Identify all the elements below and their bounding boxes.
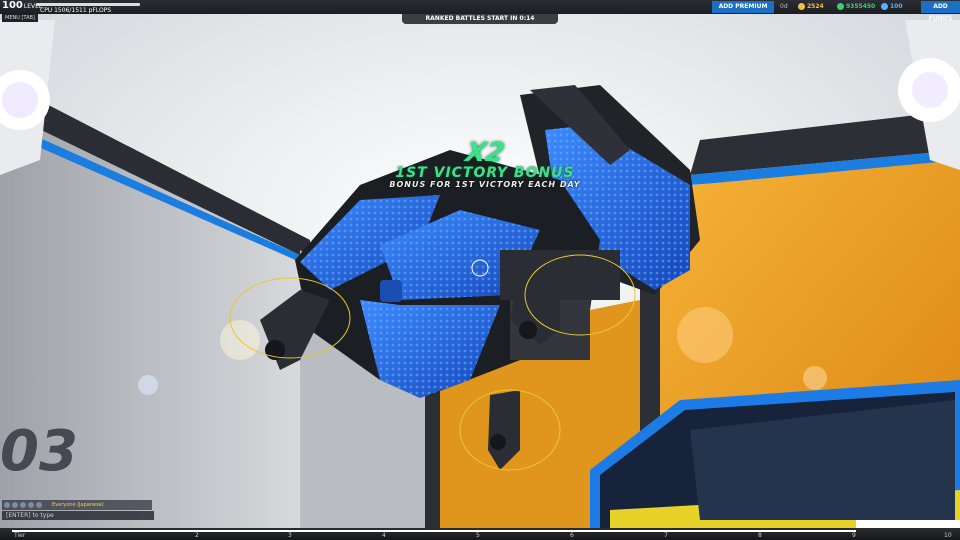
garage-scene: 03	[0, 0, 960, 540]
tier-tick: 7	[664, 532, 668, 539]
robits-icon	[798, 3, 805, 10]
chat-tab-icon[interactable]	[20, 502, 26, 508]
chat-tab-icon[interactable]	[36, 502, 42, 508]
tier-tick: 6	[570, 532, 574, 539]
cpu-readout: CPU 1506/1511 pFLOPS	[40, 7, 112, 14]
tier-tick: 8	[758, 532, 762, 539]
tier-tick: 5	[476, 532, 480, 539]
tier-tick: 2	[195, 532, 199, 539]
cosmetic-balance: 9355450	[837, 3, 875, 10]
tier-progress-line	[12, 530, 856, 532]
top-hud-bar: 100LEVEL CPU 1506/1511 pFLOPS ADD PREMIU…	[0, 0, 960, 22]
crate-icon	[881, 3, 888, 10]
tier-tick: 4	[382, 532, 386, 539]
tier-tick: 3	[288, 532, 292, 539]
chat-tab-icon[interactable]	[4, 502, 10, 508]
chat-input[interactable]: [ENTER] to type	[2, 511, 154, 520]
tier-tick: 10	[944, 532, 952, 539]
premium-days: 0d	[780, 3, 788, 10]
cosmetic-credits-icon	[837, 3, 844, 10]
robits-balance: 2524	[798, 3, 824, 10]
tier-label: Tier	[14, 532, 26, 539]
tier-tick: 9	[852, 532, 856, 539]
bay-number: 03	[0, 419, 78, 484]
menu-button[interactable]: MENU [TAB]	[2, 14, 38, 22]
chat-tab-icon[interactable]	[12, 502, 18, 508]
bonus-title: 1ST VICTORY BONUS	[395, 165, 575, 181]
ranked-countdown: RANKED BATTLES START IN 0:14	[402, 14, 558, 24]
tier-progress-bar: Tier 2 3 4 5 6 7 8 9 10	[0, 528, 960, 540]
add-funds-button[interactable]: ADD FUNDS	[921, 1, 960, 22]
chat-channel-name: Everyone (Japanese)	[52, 502, 104, 508]
crates-balance: 100	[881, 3, 903, 10]
chat-tab-strip: Everyone (Japanese)	[2, 500, 152, 510]
victory-bonus-banner: X2 1ST VICTORY BONUS BONUS FOR 1ST VICTO…	[355, 138, 615, 190]
xp-progress-bar	[36, 3, 140, 6]
add-premium-button[interactable]: ADD PREMIUM	[712, 1, 774, 13]
chat-tab-icon[interactable]	[28, 502, 34, 508]
bonus-multiplier: X2	[463, 138, 507, 168]
bonus-subtitle: BONUS FOR 1ST VICTORY EACH DAY	[389, 180, 581, 189]
